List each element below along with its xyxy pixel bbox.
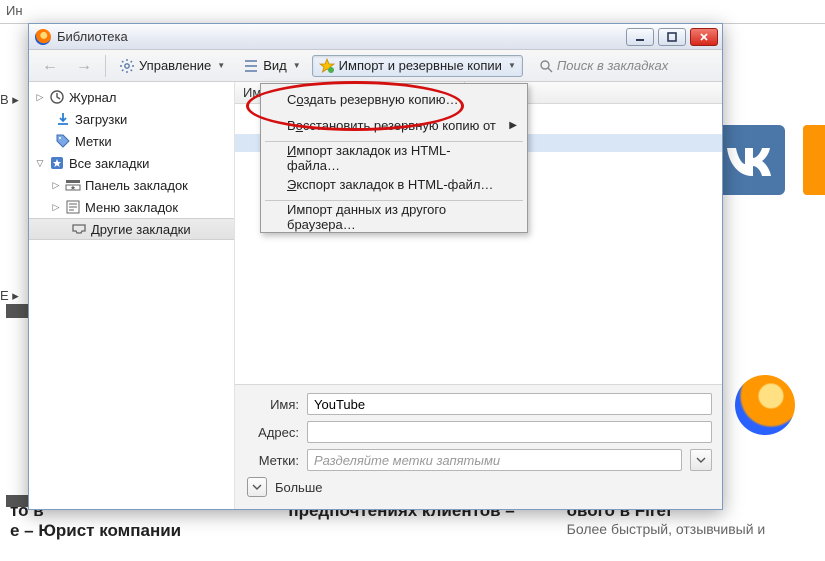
details-panel: Имя: Адрес: Метки: Больше <box>235 384 722 509</box>
chevron-down-icon: ▼ <box>508 61 516 70</box>
menu-item-create-backup[interactable]: Создать резервную копию… <box>263 86 525 112</box>
menu-item-export-html[interactable]: Экспорт закладок в HTML-файл… <box>263 171 525 197</box>
address-field[interactable] <box>307 421 712 443</box>
maximize-button[interactable] <box>658 28 686 46</box>
bookmarks-icon <box>49 155 65 171</box>
titlebar[interactable]: Библиотека <box>29 24 722 50</box>
gear-icon <box>119 58 135 74</box>
import-label: Импорт и резервные копии <box>339 58 502 73</box>
submenu-arrow-icon: ▶ <box>509 120 517 131</box>
search-icon <box>539 59 553 73</box>
sidebar-item-label: Меню закладок <box>85 200 178 215</box>
bg-left-label: Е ▸ <box>0 288 26 304</box>
sidebar-item-downloads[interactable]: Загрузки <box>29 108 234 130</box>
arrow-right-icon: → <box>76 57 92 75</box>
name-label: Имя: <box>245 397 299 412</box>
expand-icon[interactable]: ▷ <box>35 92 45 103</box>
bg-top-strip: Ин <box>0 0 825 24</box>
menu-item-label: Импорт закладок из HTML-файла… <box>287 143 503 173</box>
chevron-down-icon: ▼ <box>293 61 301 70</box>
menu-item-label: Создать резервную копию… <box>287 92 459 107</box>
sidebar-item-label: Панель закладок <box>85 178 188 193</box>
address-label: Адрес: <box>245 425 299 440</box>
firefox-logo <box>735 375 795 435</box>
arrow-left-icon: ← <box>42 57 58 75</box>
sidebar-item-label: Другие закладки <box>91 222 191 237</box>
import-backup-menu: Создать резервную копию… Восстановить ре… <box>260 83 528 233</box>
more-label: Больше <box>275 480 323 495</box>
sidebar: ▷ Журнал Загрузки Метки ▽ Все закладки ▷… <box>29 82 235 509</box>
sidebar-item-history[interactable]: ▷ Журнал <box>29 86 234 108</box>
view-button[interactable]: Вид ▼ <box>236 55 307 77</box>
import-backup-button[interactable]: Импорт и резервные копии ▼ <box>312 55 523 77</box>
sidebar-item-all-bookmarks[interactable]: ▽ Все закладки <box>29 152 234 174</box>
toolbar: ← → Управление ▼ Вид ▼ Импорт и резервны… <box>29 50 722 82</box>
tags-label: Метки: <box>245 453 299 468</box>
sidebar-item-label: Загрузки <box>75 112 127 127</box>
close-button[interactable] <box>690 28 718 46</box>
chevron-down-icon <box>252 482 262 492</box>
menu-item-label: Восстановить резервную копию от <box>287 118 496 133</box>
name-field[interactable] <box>307 393 712 415</box>
chevron-down-icon: ▼ <box>217 61 225 70</box>
expand-icon[interactable]: ▷ <box>51 202 61 213</box>
expand-icon[interactable]: ▷ <box>51 180 61 191</box>
star-import-icon <box>319 58 335 74</box>
menu-item-import-browser[interactable]: Импорт данных из другого браузера… <box>263 204 525 230</box>
bg-text: Более быстрый, отзывчивый и <box>567 521 815 537</box>
menu-separator <box>265 141 523 142</box>
sidebar-item-other-bookmarks[interactable]: Другие закладки <box>29 218 234 240</box>
manage-button[interactable]: Управление ▼ <box>112 55 232 77</box>
chevron-down-icon <box>696 455 706 465</box>
menu-item-restore-backup[interactable]: Восстановить резервную копию от ▶ <box>263 112 525 138</box>
sidebar-item-label: Метки <box>75 134 112 149</box>
search-input[interactable]: Поиск в закладках <box>533 55 716 77</box>
list-icon <box>243 58 259 74</box>
sidebar-item-toolbar-bookmarks[interactable]: ▷ Панель закладок <box>29 174 234 196</box>
tags-field[interactable] <box>307 449 682 471</box>
window-title: Библиотека <box>57 29 626 44</box>
menu-separator <box>265 200 523 201</box>
forward-button[interactable]: → <box>69 54 99 78</box>
sidebar-item-tags[interactable]: Метки <box>29 130 234 152</box>
bg-bottom-text: то в е – Юрист компании предпочтениях кл… <box>0 501 825 561</box>
sidebar-item-menu-bookmarks[interactable]: ▷ Меню закладок <box>29 196 234 218</box>
vk-logo-tile <box>715 125 785 195</box>
back-button[interactable]: ← <box>35 54 65 78</box>
tag-icon <box>55 133 71 149</box>
menu-item-import-html[interactable]: Импорт закладок из HTML-файла… <box>263 145 525 171</box>
tags-dropdown-button[interactable] <box>690 449 712 471</box>
minimize-button[interactable] <box>626 28 654 46</box>
download-icon <box>55 111 71 127</box>
menu-item-label: Экспорт закладок в HTML-файл… <box>287 177 493 192</box>
sidebar-item-label: Все закладки <box>69 156 149 171</box>
view-label: Вид <box>263 58 287 73</box>
menu-item-label: Импорт данных из другого браузера… <box>287 202 503 232</box>
manage-label: Управление <box>139 58 211 73</box>
bg-text: е – Юрист компании <box>10 521 258 541</box>
bg-left-label: В ▸ <box>0 92 26 108</box>
bg-orange-tile <box>803 125 825 195</box>
menu-bookmarks-icon <box>65 199 81 215</box>
search-placeholder: Поиск в закладках <box>557 58 668 73</box>
sidebar-item-label: Журнал <box>69 90 116 105</box>
collapse-icon[interactable]: ▽ <box>35 158 45 169</box>
toolbar-bookmarks-icon <box>65 177 81 193</box>
firefox-icon <box>35 29 51 45</box>
clock-icon <box>49 89 65 105</box>
inbox-icon <box>71 221 87 237</box>
more-toggle[interactable]: Больше <box>247 477 712 497</box>
